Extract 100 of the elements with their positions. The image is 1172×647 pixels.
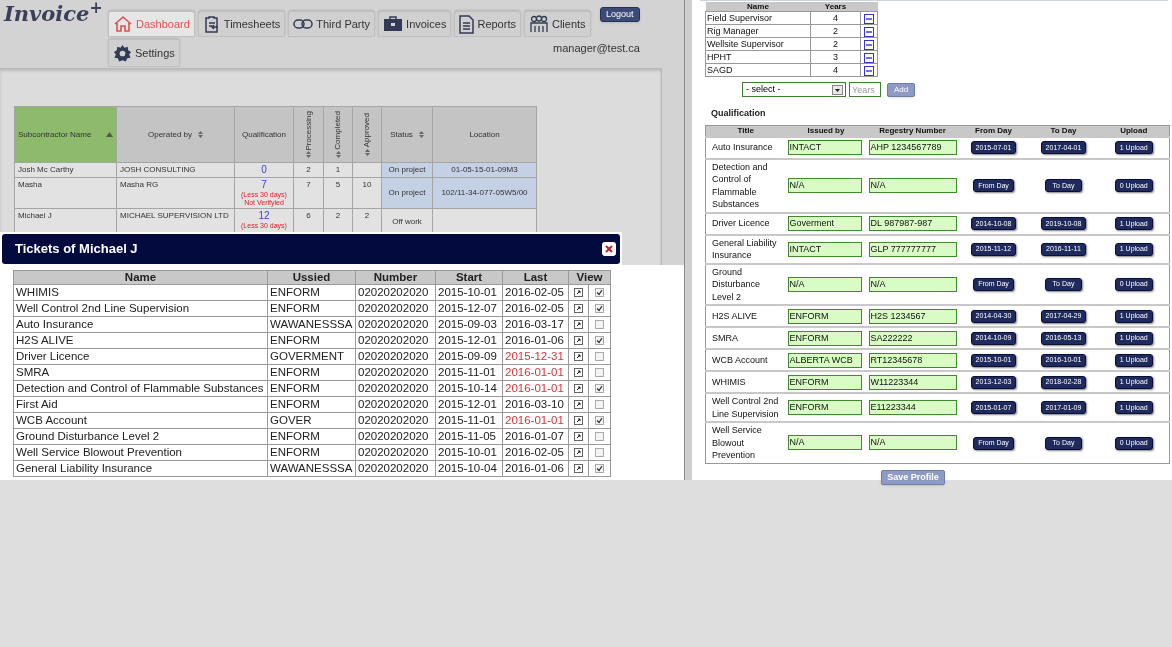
table-cell: WHIMIS (705, 371, 786, 393)
text-field[interactable]: INTACT (787, 241, 862, 257)
text-field[interactable]: SA222222 (868, 330, 957, 346)
table-cell: GOVER (267, 412, 356, 429)
checkbox[interactable] (595, 288, 604, 298)
text-field[interactable]: ENFORM (787, 400, 862, 415)
column-header[interactable]: Approved (352, 106, 382, 163)
dialog-title: Tickets of Michael J (15, 240, 138, 259)
text-field[interactable]: N/A (868, 435, 957, 451)
column-header: Years (810, 2, 861, 12)
remove-icon[interactable] (864, 13, 874, 24)
view-icon[interactable] (574, 416, 583, 426)
table-cell: 2015-11-01 (435, 364, 503, 381)
text-field[interactable]: N/A (787, 435, 862, 451)
table-cell: ENFORM (267, 300, 356, 317)
text-field[interactable]: W11223344 (868, 374, 957, 390)
column-header[interactable]: Qualification (234, 106, 294, 163)
column-header[interactable]: Processing (293, 106, 324, 163)
select-field[interactable]: - select - (742, 82, 846, 97)
view-icon[interactable] (574, 384, 583, 394)
table-cell: 3 (810, 50, 861, 64)
text-field[interactable]: E11223344 (868, 400, 957, 415)
table-cell: Driver Licence (705, 212, 786, 235)
table-cell: 2016-01-01 (502, 380, 569, 397)
table-cell: 2015-12-31 (502, 348, 569, 365)
text-field[interactable]: ENFORM (787, 330, 862, 346)
column-header[interactable]: Subcontractor Name (14, 106, 117, 163)
logout-button[interactable]: Logout (600, 7, 640, 22)
checkbox[interactable] (595, 416, 604, 426)
view-icon[interactable] (574, 368, 583, 378)
table-cell: 2 (810, 37, 861, 51)
checkbox[interactable] (595, 336, 604, 346)
tab[interactable]: Settings (108, 39, 180, 67)
remove-icon[interactable] (864, 39, 874, 50)
text-field[interactable]: INTACT (787, 140, 862, 155)
table-cell: H2S ALIVE (13, 332, 268, 349)
table-cell: 2015-10-14 (435, 380, 503, 397)
view-icon[interactable] (574, 432, 583, 442)
column-header[interactable]: Completed (323, 106, 353, 163)
table-cell: 4 (810, 11, 861, 25)
qualification-link[interactable]: 12 (258, 210, 270, 222)
column-header: Start (435, 270, 503, 285)
view-icon[interactable] (574, 288, 583, 298)
table-cell: 02020202020 (355, 332, 436, 349)
checkbox[interactable] (595, 432, 604, 442)
text-field[interactable]: AHP 1234567789 (868, 140, 957, 155)
column-header[interactable]: Status (381, 106, 433, 163)
column-header[interactable]: Location (432, 106, 537, 163)
text-field[interactable]: N/A (787, 276, 862, 292)
view-icon[interactable] (574, 464, 583, 474)
table-cell: 2015-09-03 (435, 316, 503, 333)
column-header: To Day (1028, 125, 1099, 137)
tab[interactable]: Reports (454, 11, 521, 37)
table-cell: Well Service Blowout Prevention (705, 422, 786, 463)
checkbox[interactable] (595, 304, 604, 314)
qualification-link[interactable]: 0 (261, 164, 267, 176)
remove-icon[interactable] (864, 65, 874, 76)
checkbox[interactable] (595, 368, 604, 378)
table-cell: ENFORM (267, 332, 356, 349)
text-field[interactable]: N/A (787, 178, 862, 193)
checkbox[interactable] (595, 464, 604, 474)
table-cell: First Aid (13, 396, 268, 413)
tab[interactable]: Invoices (378, 11, 452, 37)
text-field[interactable]: H2S 1234567 (868, 308, 957, 324)
checkbox[interactable] (595, 400, 604, 410)
view-icon[interactable] (574, 304, 583, 314)
table-cell: SAGD (705, 63, 811, 77)
text-field[interactable]: ENFORM (787, 374, 862, 390)
text-field[interactable]: Goverment (787, 216, 862, 231)
view-icon[interactable] (574, 448, 583, 458)
checkbox[interactable] (595, 320, 604, 330)
tab[interactable]: Third Party (288, 11, 376, 37)
table-cell: 2015-10-01 (435, 444, 503, 461)
remove-icon[interactable] (864, 52, 874, 63)
view-icon[interactable] (574, 400, 583, 410)
text-field[interactable]: N/A (868, 178, 957, 193)
tab[interactable]: Clients (523, 11, 591, 37)
table-cell: 02020202020 (355, 364, 436, 381)
text-field[interactable]: DL 987987-987 (868, 216, 957, 231)
years-field[interactable]: Years (849, 82, 881, 97)
checkbox[interactable] (595, 384, 604, 394)
table-cell: 2016-01-07 (502, 428, 569, 445)
column-header[interactable]: Operated by (116, 106, 235, 163)
view-icon[interactable] (574, 320, 583, 330)
remove-icon[interactable] (864, 26, 874, 37)
text-field[interactable]: RT12345678 (868, 352, 957, 368)
text-field[interactable]: ALBERTA WCB (787, 352, 862, 368)
checkbox[interactable] (595, 352, 604, 362)
view-icon[interactable] (574, 336, 583, 346)
checkbox[interactable] (595, 448, 604, 458)
close-button[interactable] (602, 242, 616, 256)
qualification-link[interactable]: 7 (261, 179, 267, 191)
text-field[interactable]: N/A (868, 276, 957, 292)
text-field[interactable]: ENFORM (787, 308, 862, 324)
text-field[interactable]: GLP 777777777 (868, 241, 957, 257)
table-cell: 02020202020 (355, 396, 436, 413)
table-cell: ENFORM (267, 396, 356, 413)
tab[interactable]: Timesheets (197, 11, 286, 37)
view-icon[interactable] (574, 352, 583, 362)
table-cell: 2 (810, 24, 861, 38)
